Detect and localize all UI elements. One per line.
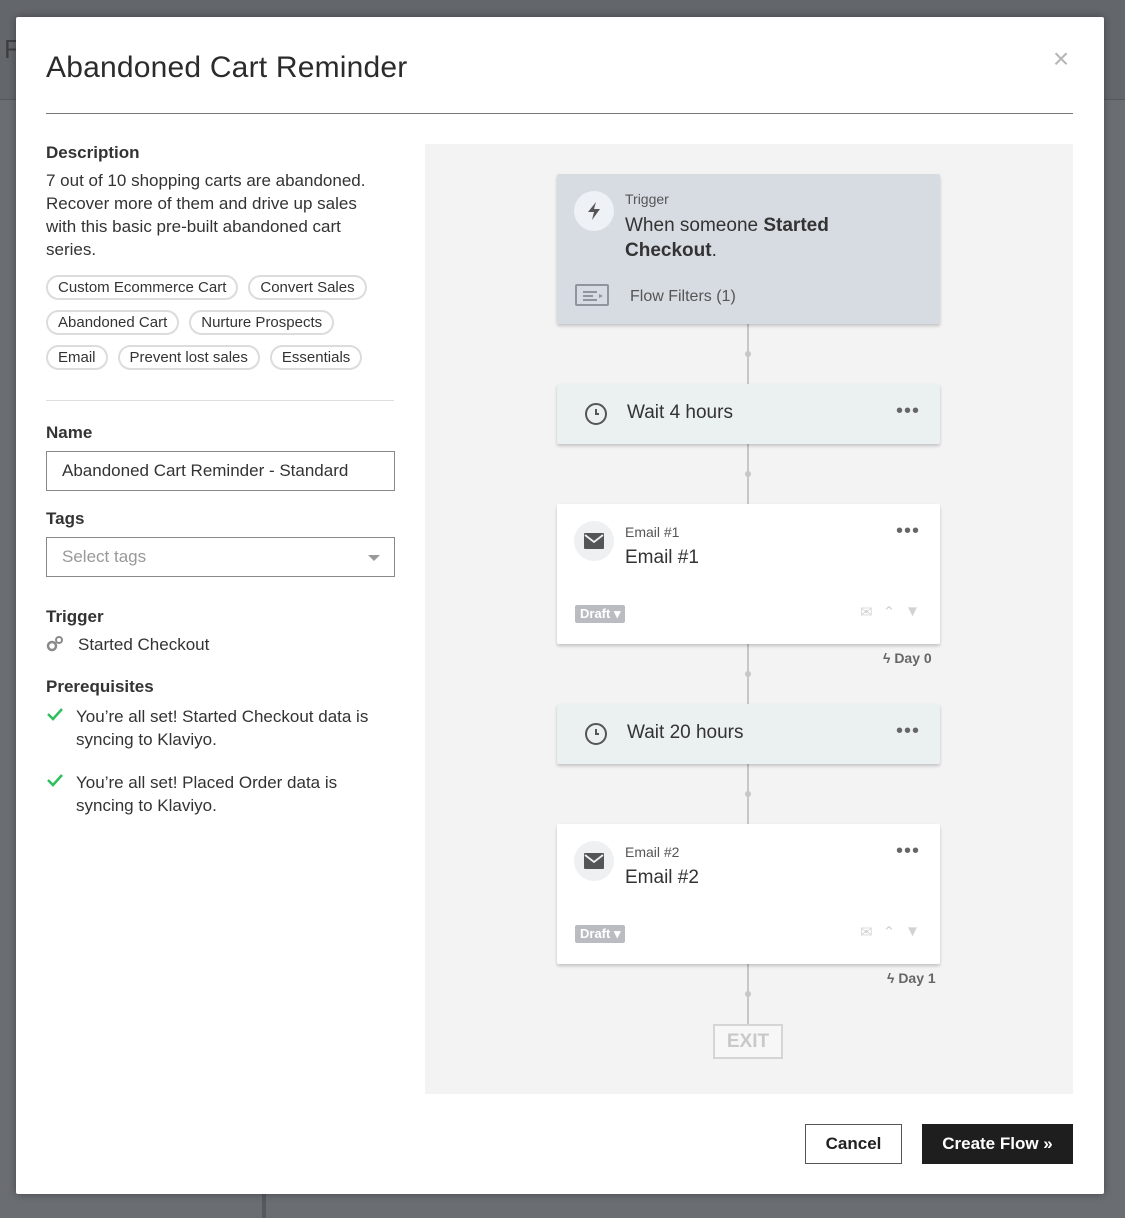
tags-label: Tags [46,509,85,528]
more-options-icon[interactable]: ••• [896,841,920,861]
email-step-title: Email #1 [625,547,699,568]
email-step-small-label: Email #1 [625,524,680,540]
prerequisites-label: Prerequisites [46,677,154,696]
flow-name-input[interactable] [46,451,395,491]
flow-preview-canvas: Trigger When someone Started Checkout. F… [425,144,1073,1094]
email-step-small-label: Email #2 [625,844,680,860]
name-label: Name [46,423,93,442]
background-strip [262,1194,266,1218]
wait-step-card[interactable]: Wait 20 hours ••• [557,704,940,764]
trigger-value: Started Checkout [78,635,210,654]
create-flow-button[interactable]: Create Flow » [922,1124,1073,1164]
description-text: 7 out of 10 shopping carts are abandoned… [46,171,366,259]
template-tag-list: Custom Ecommerce Cart Convert Sales Aban… [46,275,386,380]
prerequisite-item: You’re all set! Started Checkout data is… [46,705,396,751]
trigger-label: Trigger [46,607,104,626]
tags-select[interactable]: Select tags [46,537,395,577]
trigger-info: Started Checkout [46,635,396,655]
flow-template-modal: Abandoned Cart Reminder × Description 7 … [16,17,1104,1194]
day-label: ϟ Day 0 [883,650,932,666]
email-step-card[interactable]: Email #1 Email #1 ••• Draft ▾ ✉ ⌃ ▼ [557,504,940,644]
checkmark-icon [46,771,64,817]
template-tag: Nurture Prospects [189,310,335,335]
template-tag: Email [46,345,108,370]
clock-icon [585,403,607,425]
template-tag: Abandoned Cart [46,310,180,335]
flow-connector-dot [745,791,751,797]
prerequisite-item: You’re all set! Placed Order data is syn… [46,771,396,817]
analytics-icon: ⌃ [882,604,896,621]
wait-step-label: Wait 4 hours [627,402,733,423]
wait-step-label: Wait 20 hours [627,722,744,743]
template-tag: Prevent lost sales [117,345,260,370]
prerequisite-text: You’re all set! Started Checkout data is… [76,707,369,749]
flow-filter-icon [575,284,609,306]
flow-connector-dot [745,351,751,357]
email-step-tools: ✉ ⌃ ▼ [860,923,920,941]
message-icon: ✉ [859,604,873,621]
template-tag: Custom Ecommerce Cart [46,275,239,300]
more-options-icon[interactable]: ••• [896,401,920,421]
chevron-down-icon [368,555,380,561]
flow-exit-node: EXIT [713,1024,783,1059]
trigger-card-text: When someone Started Checkout. [625,215,829,261]
wait-step-card[interactable]: Wait 4 hours ••• [557,384,940,444]
email-step-tools: ✉ ⌃ ▼ [860,603,920,621]
template-details-panel: Description 7 out of 10 shopping carts a… [46,143,396,817]
clock-icon [585,723,607,745]
email-step-title: Email #2 [625,867,699,888]
lightning-icon: ϟ [883,650,895,666]
trigger-card[interactable]: Trigger When someone Started Checkout. F… [557,174,940,324]
flow-connector-dot [745,991,751,997]
gears-icon [46,635,66,655]
more-options-icon[interactable]: ••• [896,521,920,541]
template-tag: Convert Sales [248,275,367,300]
tags-select-placeholder: Select tags [62,547,147,566]
message-icon: ✉ [859,924,873,941]
trigger-card-label: Trigger [625,191,669,207]
flow-connector-dot [745,471,751,477]
lightning-icon [574,191,614,231]
draft-status-dropdown[interactable]: Draft ▾ [575,925,626,943]
analytics-icon: ⌃ [882,924,896,941]
more-options-icon[interactable]: ••• [896,721,920,741]
modal-title: Abandoned Cart Reminder [46,51,408,84]
filter-icon: ▼ [905,923,920,940]
section-divider [46,400,394,401]
draft-status-dropdown[interactable]: Draft ▾ [575,605,626,623]
template-tag: Essentials [269,345,363,370]
description-label: Description [46,143,140,162]
flow-connector-dot [745,671,751,677]
close-icon[interactable]: × [1049,45,1073,73]
lightning-icon: ϟ [887,970,899,986]
flow-filters-link[interactable]: Flow Filters (1) [630,288,736,306]
envelope-icon [574,521,614,561]
title-divider [46,113,1073,114]
checkmark-icon [46,705,64,751]
cancel-button[interactable]: Cancel [805,1124,902,1164]
envelope-icon [574,841,614,881]
email-step-card[interactable]: Email #2 Email #2 ••• Draft ▾ ✉ ⌃ ▼ [557,824,940,964]
filter-icon: ▼ [905,603,920,620]
day-label: ϟ Day 1 [887,970,936,986]
prerequisite-text: You’re all set! Placed Order data is syn… [76,773,338,815]
